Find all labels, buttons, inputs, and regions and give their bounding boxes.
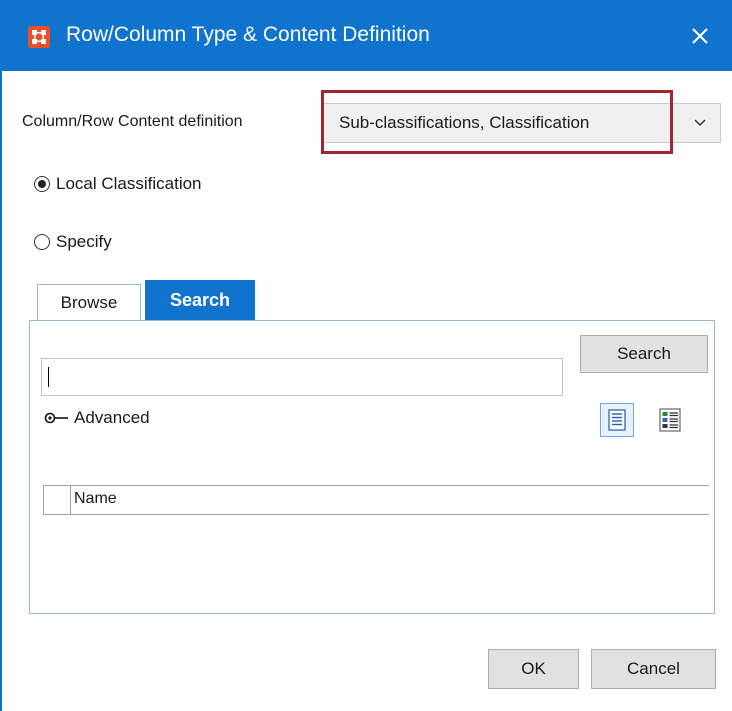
- ok-button[interactable]: OK: [488, 649, 579, 689]
- radio-specify[interactable]: Specify: [34, 232, 112, 252]
- key-icon: [44, 412, 68, 424]
- title-bar: Row/Column Type & Content Definition: [0, 0, 732, 71]
- table-header-selector-column[interactable]: [43, 486, 71, 514]
- app-icon: [28, 26, 50, 48]
- table-header-name[interactable]: Name: [74, 490, 117, 508]
- dialog-window: Row/Column Type & Content Definition Col…: [0, 0, 732, 711]
- search-button[interactable]: Search: [580, 335, 708, 373]
- radio-local-classification[interactable]: Local Classification: [34, 174, 202, 194]
- advanced-label: Advanced: [74, 408, 150, 427]
- tab-label: Search: [169, 289, 231, 310]
- cancel-button[interactable]: Cancel: [591, 649, 716, 689]
- content-definition-value: Sub-classifications, Classification: [339, 113, 590, 132]
- window-title: Row/Column Type & Content Definition: [66, 23, 430, 46]
- radio-button[interactable]: [34, 234, 50, 250]
- close-icon: [692, 27, 708, 44]
- chevron-down-icon[interactable]: [680, 104, 720, 142]
- content-definition-label: Column/Row Content definition: [22, 113, 243, 130]
- tab-browse[interactable]: Browse: [37, 284, 141, 320]
- results-table-header: Name: [43, 485, 709, 515]
- tab-search[interactable]: Search: [145, 280, 255, 320]
- window-border: [0, 71, 2, 711]
- list-view-icon[interactable]: [600, 403, 634, 437]
- tab-label: Browse: [60, 292, 118, 312]
- text-caret: [48, 367, 49, 387]
- radio-label: Local Classification: [56, 174, 202, 193]
- radio-label: Specify: [56, 232, 112, 251]
- details-view-icon[interactable]: [654, 403, 688, 437]
- close-button[interactable]: [668, 0, 732, 71]
- advanced-toggle[interactable]: Advanced: [44, 408, 150, 428]
- search-input[interactable]: [41, 358, 563, 396]
- radio-button[interactable]: [34, 176, 50, 192]
- content-definition-dropdown[interactable]: Sub-classifications, Classification: [322, 103, 721, 143]
